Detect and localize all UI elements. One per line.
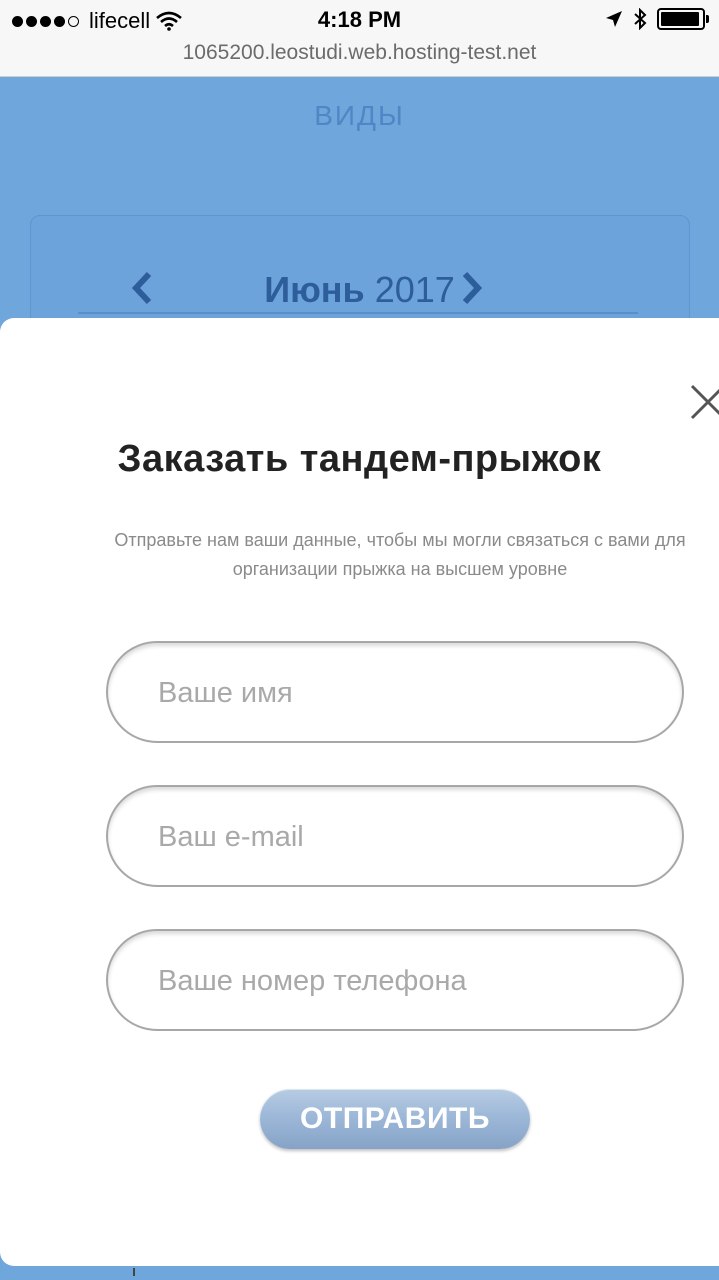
email-field[interactable] <box>106 785 684 887</box>
section-title: ВИДЫ <box>314 100 405 131</box>
location-arrow-icon <box>606 11 622 27</box>
close-icon[interactable] <box>688 382 719 422</box>
calendar-month: Июнь <box>264 269 365 310</box>
modal-description-line2: организации прыжка на высшем уровне <box>232 559 568 579</box>
calendar-divider <box>78 312 638 314</box>
name-input[interactable] <box>156 643 660 743</box>
background-fragment <box>133 1268 135 1276</box>
bluetooth-icon <box>634 8 647 30</box>
modal-description: Отправьте нам ваши данные, чтобы мы могл… <box>60 526 719 584</box>
calendar-year: 2017 <box>374 269 455 310</box>
email-input[interactable] <box>156 787 660 887</box>
modal-description-line1: Отправьте нам ваши данные, чтобы мы могл… <box>114 530 686 550</box>
name-field[interactable] <box>106 641 684 743</box>
chevron-right-icon[interactable] <box>457 268 487 308</box>
address-bar-url: 1065200.leostudi.web.hosting-test.net <box>182 41 537 64</box>
submit-button[interactable]: ОТПРАВИТЬ <box>260 1089 530 1149</box>
battery-icon <box>657 8 709 30</box>
calendar-month-label: Июнь 2017 <box>0 268 719 312</box>
phone-field[interactable] <box>106 929 684 1031</box>
modal-title: Заказать тандем-прыжок <box>117 438 602 480</box>
status-bar: lifecell 4:18 PM <box>0 0 719 40</box>
phone-input[interactable] <box>156 931 660 1031</box>
status-bar-right <box>605 8 709 30</box>
address-bar[interactable]: 1065200.leostudi.web.hosting-test.net <box>0 40 719 77</box>
